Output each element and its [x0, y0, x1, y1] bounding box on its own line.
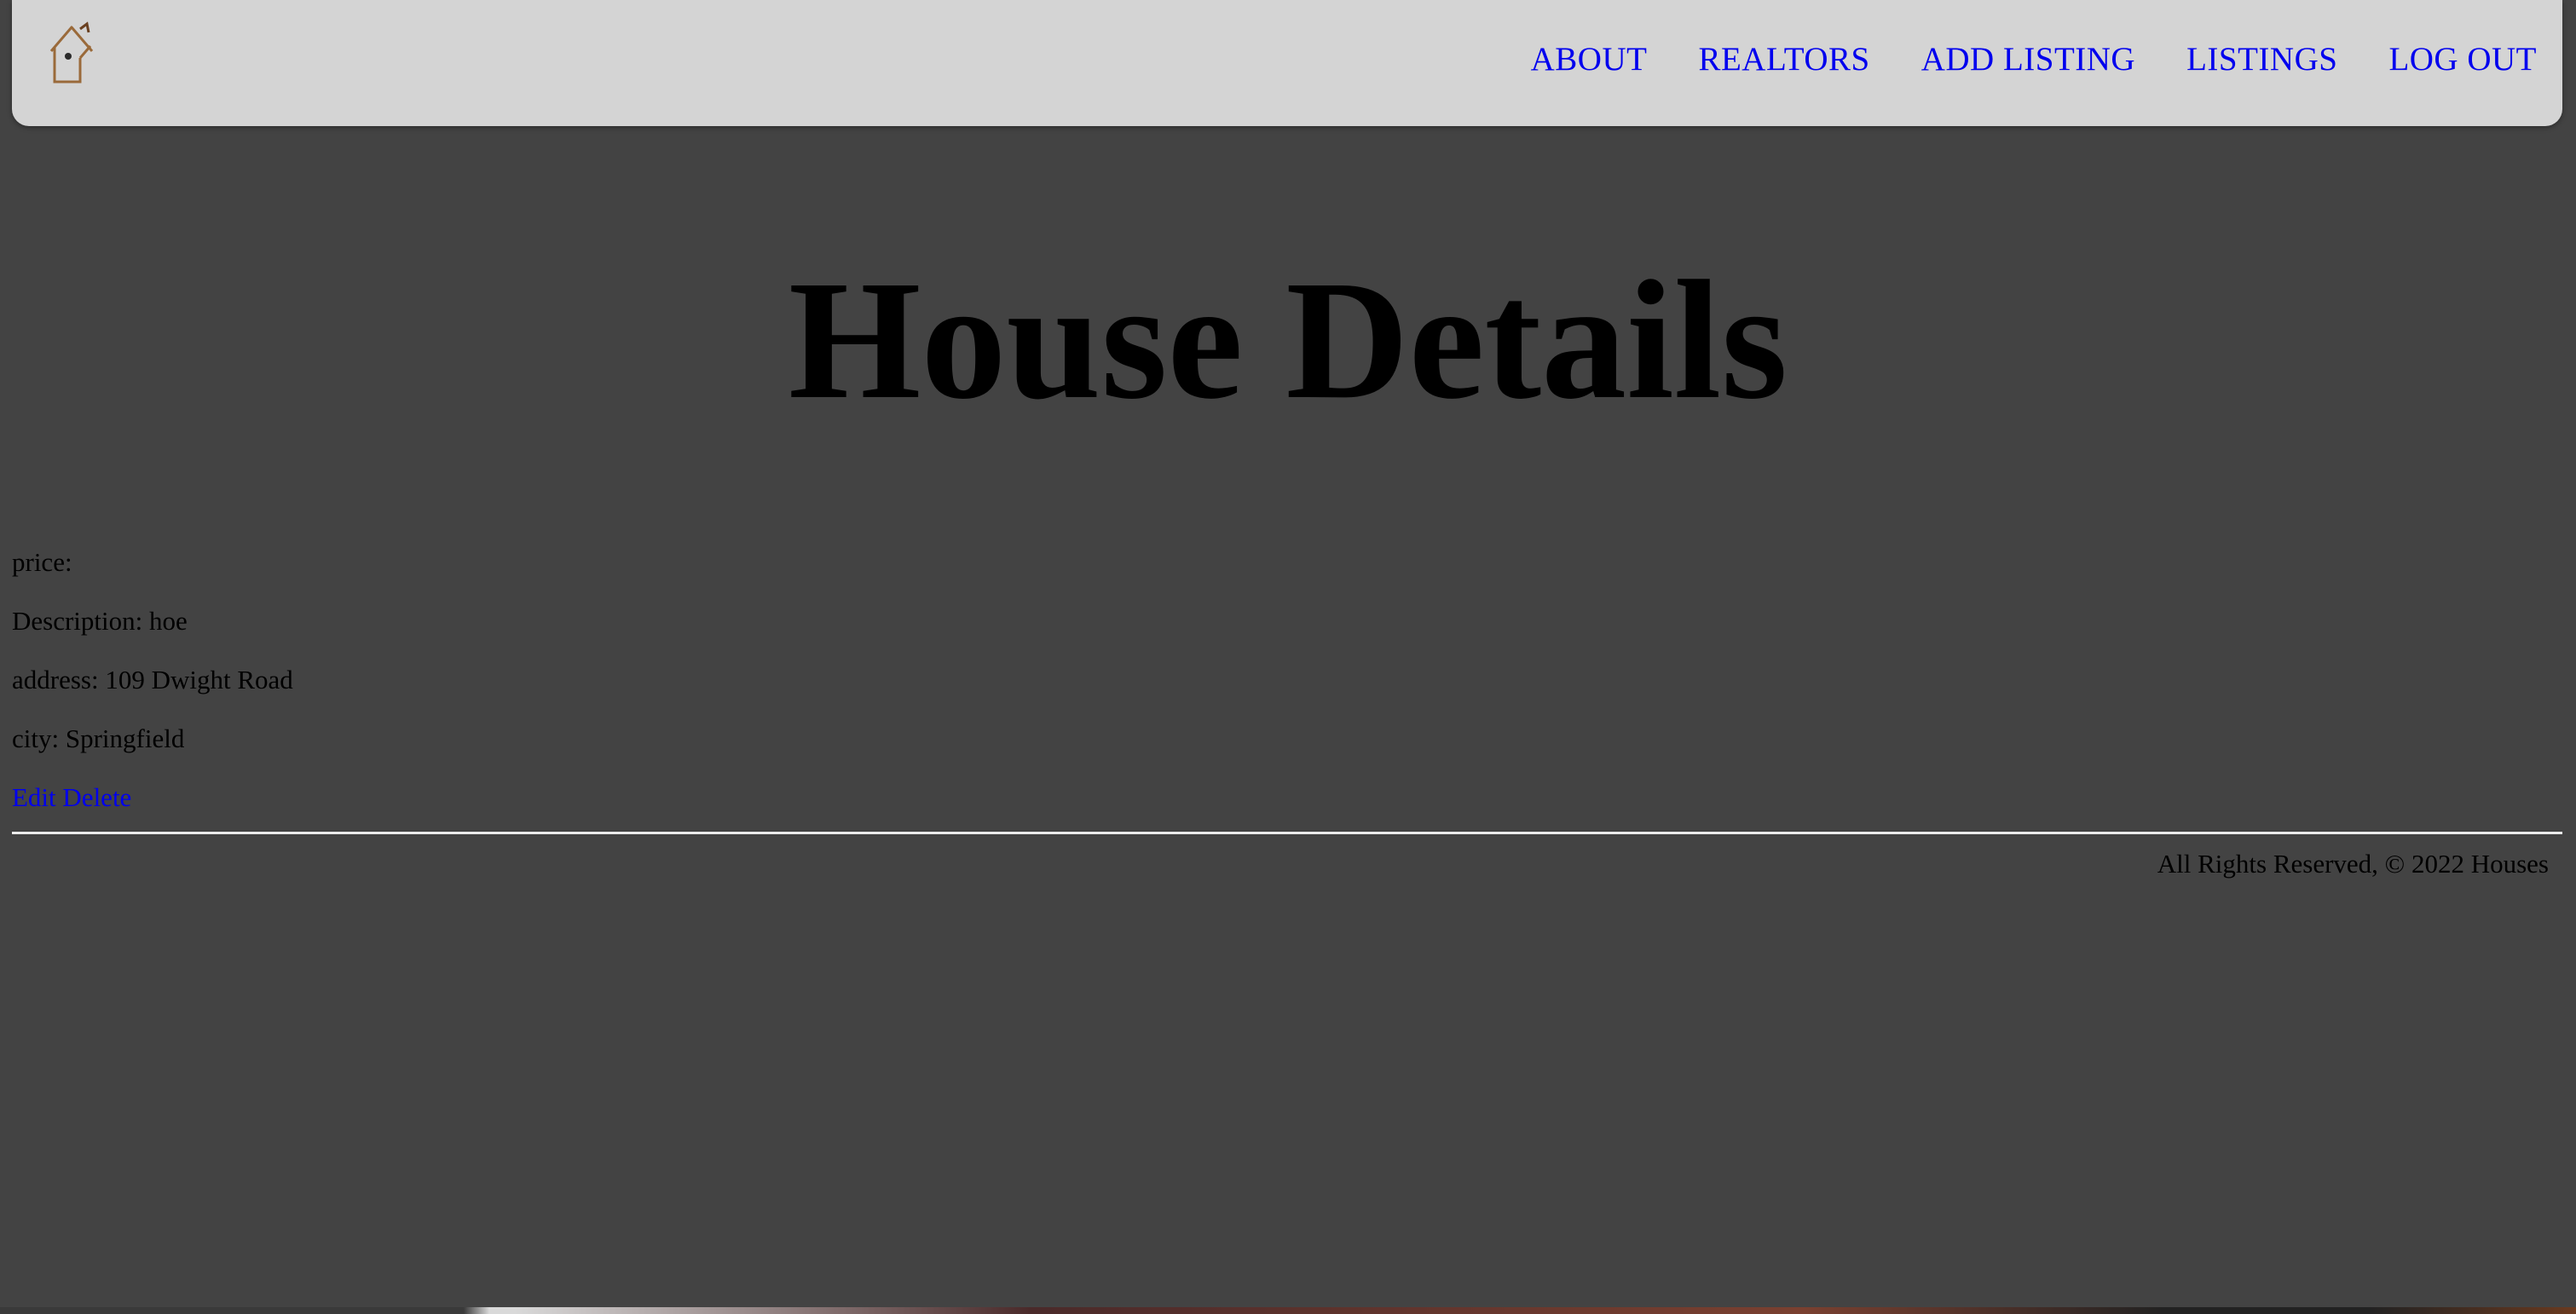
nav-link-realtors[interactable]: REALTORS [1698, 40, 1869, 78]
nav-links: ABOUT REALTORS ADD LISTING LISTINGS LOG … [1531, 0, 2537, 118]
birdhouse-logo-icon[interactable] [46, 20, 107, 89]
nav-link-log-out[interactable]: LOG OUT [2388, 40, 2537, 78]
detail-address: address: 109 Dwight Road [12, 665, 293, 694]
nav-link-add-listing[interactable]: ADD LISTING [1921, 40, 2135, 78]
detail-city: city: Springfield [12, 723, 185, 753]
footer-divider [12, 832, 2562, 834]
listing-actions: Edit Delete [12, 781, 293, 815]
edit-link[interactable]: Edit [12, 782, 56, 812]
delete-link[interactable]: Delete [62, 782, 131, 812]
nav-link-about[interactable]: ABOUT [1531, 40, 1648, 78]
window-bottom-edge [0, 1307, 2576, 1314]
house-details: price: Description: hoe address: 109 Dwi… [12, 545, 293, 815]
detail-price: price: [12, 547, 72, 577]
nav-link-listings[interactable]: LISTINGS [2186, 40, 2337, 78]
detail-description: Description: hoe [12, 606, 188, 636]
page-title: House Details [788, 246, 1788, 435]
navbar: ABOUT REALTORS ADD LISTING LISTINGS LOG … [12, 0, 2562, 126]
footer-copyright: All Rights Reserved, © 2022 Houses [2157, 849, 2549, 879]
